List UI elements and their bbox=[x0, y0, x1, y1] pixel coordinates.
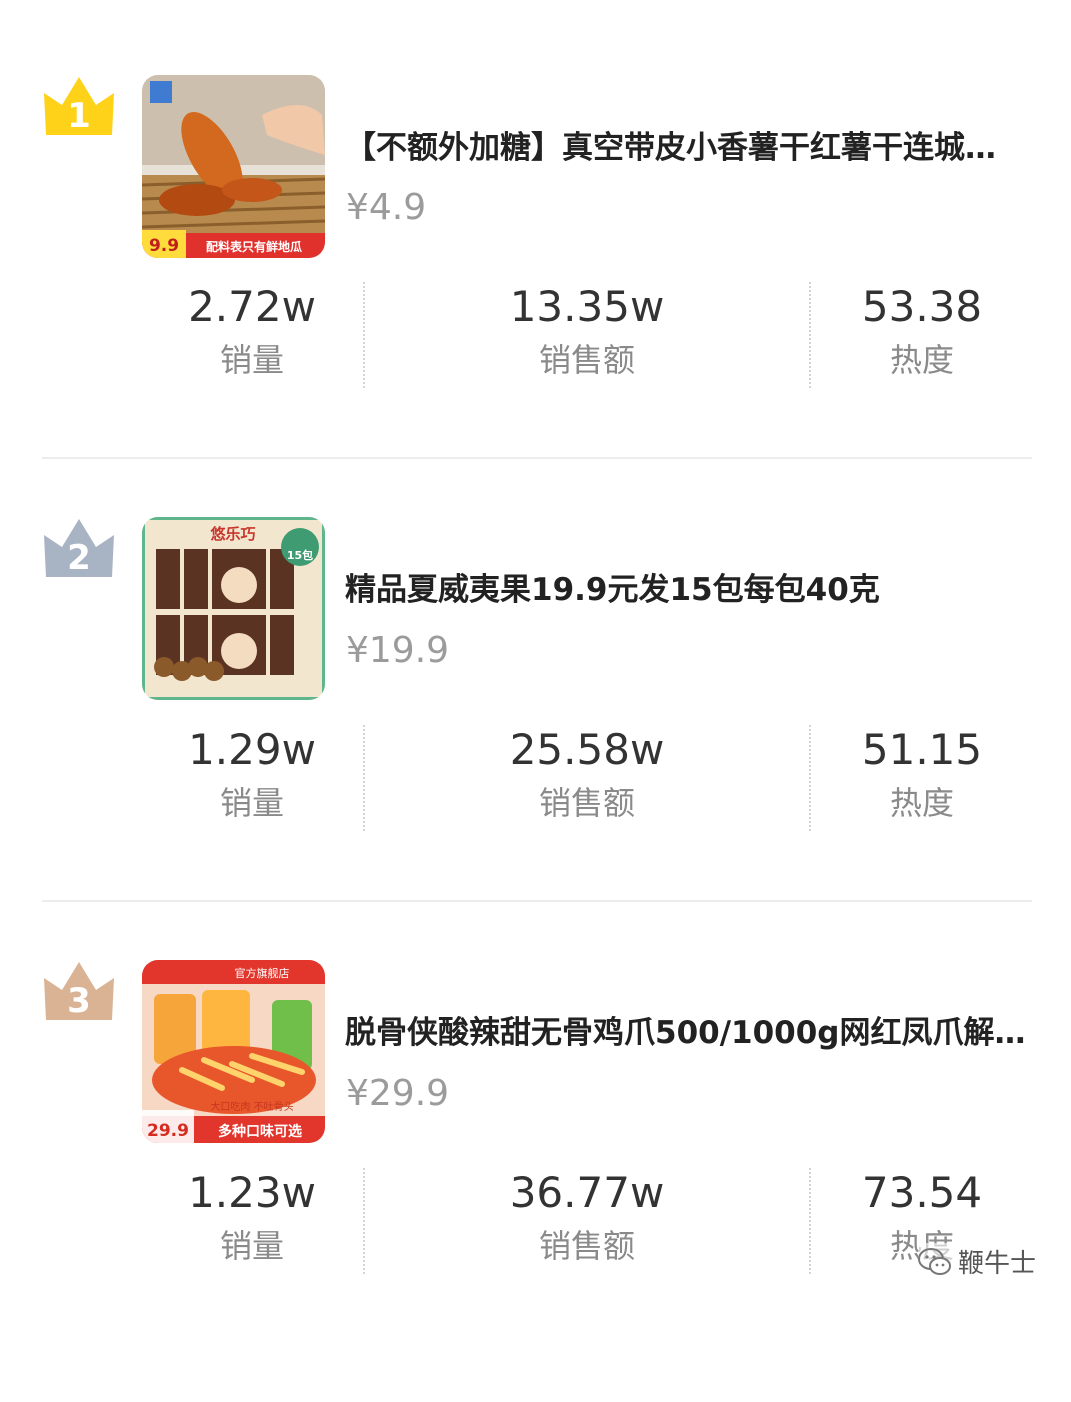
stat-sales: 2.72w 销量 bbox=[102, 282, 402, 388]
watermark: 鞭牛士 bbox=[918, 1243, 1037, 1280]
item-separator bbox=[42, 457, 1032, 459]
thumb-badge: 15包 bbox=[287, 548, 313, 562]
product-thumbnail[interactable]: 官方旗舰店 大口吃肉 不吐骨头 29.9 多种口味可选 bbox=[142, 960, 325, 1143]
revenue-value: 25.58w bbox=[509, 725, 665, 774]
heat-value: 53.38 bbox=[861, 282, 983, 331]
item-separator bbox=[42, 900, 1032, 902]
divider bbox=[363, 1168, 365, 1274]
revenue-value: 36.77w bbox=[509, 1168, 665, 1217]
sales-value: 2.72w bbox=[188, 282, 316, 331]
thumb-banner: 多种口味可选 bbox=[218, 1123, 302, 1140]
thumb-price-tag: 9.9 bbox=[149, 236, 179, 256]
product-thumbnail[interactable]: 9.9 配料表只有鲜地瓜 bbox=[142, 75, 325, 258]
rank-number: 2 bbox=[67, 538, 91, 578]
rank-number: 1 bbox=[67, 96, 91, 136]
thumb-price-tag: 29.9 bbox=[147, 1121, 189, 1141]
stat-sales: 1.23w 销量 bbox=[102, 1168, 402, 1274]
rank-crown-silver: 2 bbox=[42, 517, 116, 581]
revenue-label: 销售额 bbox=[538, 1227, 635, 1265]
wechat-icon bbox=[918, 1247, 951, 1275]
stats-row: 1.29w 销量 25.58w 销售额 51.15 热度 bbox=[0, 725, 1071, 833]
product-title[interactable]: 脱骨侠酸辣甜无骨鸡爪500/1000g网红凤爪解… bbox=[345, 1007, 1045, 1052]
stat-revenue: 36.77w 销售额 bbox=[437, 1168, 737, 1274]
thumb-brand: 悠乐巧 bbox=[209, 525, 255, 543]
heat-label: 热度 bbox=[889, 784, 954, 822]
stats-row: 2.72w 销量 13.35w 销售额 53.38 热度 bbox=[0, 282, 1071, 390]
divider bbox=[363, 725, 365, 831]
product-price: ¥4.9 bbox=[346, 187, 427, 228]
sales-label: 销量 bbox=[219, 1227, 284, 1265]
heat-value: 73.54 bbox=[861, 1168, 983, 1217]
product-title[interactable]: 精品夏威夷果19.9元发15包每包40克 bbox=[345, 564, 1045, 609]
sales-value: 1.29w bbox=[188, 725, 316, 774]
rank-crown-bronze: 3 bbox=[42, 960, 116, 1024]
product-price: ¥19.9 bbox=[346, 630, 450, 671]
product-thumbnail[interactable]: 悠乐巧 15包 bbox=[142, 517, 325, 700]
sales-value: 1.23w bbox=[188, 1168, 316, 1217]
stat-revenue: 13.35w 销售额 bbox=[437, 282, 737, 388]
stat-sales: 1.29w 销量 bbox=[102, 725, 402, 831]
thumb-store: 官方旗舰店 bbox=[235, 966, 290, 980]
product-item[interactable]: 3 官方旗舰店 大口吃肉 不吐骨头 29.9 多种口味可选 脱骨侠酸辣甜无骨鸡爪… bbox=[0, 960, 1071, 1402]
sales-label: 销量 bbox=[219, 784, 284, 822]
watermark-text: 鞭牛士 bbox=[958, 1249, 1037, 1279]
rank-number: 3 bbox=[67, 981, 91, 1021]
stat-heat: 51.15 热度 bbox=[772, 725, 1071, 831]
heat-label: 热度 bbox=[889, 341, 954, 379]
revenue-label: 销售额 bbox=[538, 341, 635, 379]
revenue-value: 13.35w bbox=[509, 282, 665, 331]
product-item[interactable]: 2 悠乐巧 15包 精品夏威夷果19.9元发15包每包40克 ¥19.9 1.2… bbox=[0, 517, 1071, 959]
product-price: ¥29.9 bbox=[346, 1073, 450, 1114]
sales-label: 销量 bbox=[219, 341, 284, 379]
thumb-sub: 大口吃肉 不吐骨头 bbox=[210, 1100, 293, 1113]
stat-revenue: 25.58w 销售额 bbox=[437, 725, 737, 831]
stat-heat: 53.38 热度 bbox=[772, 282, 1071, 388]
heat-value: 51.15 bbox=[861, 725, 983, 774]
stats-row: 1.23w 销量 36.77w 销售额 73.54 热度 bbox=[0, 1168, 1071, 1276]
rank-crown-gold: 1 bbox=[42, 75, 116, 139]
thumb-banner: 配料表只有鲜地瓜 bbox=[206, 239, 302, 254]
product-title[interactable]: 【不额外加糖】真空带皮小香薯干红薯干连城… bbox=[345, 122, 1045, 167]
revenue-label: 销售额 bbox=[538, 784, 635, 822]
divider bbox=[363, 282, 365, 388]
product-item[interactable]: 1 9.9 配料表只有鲜地瓜 【不额外加糖】真空带皮小香薯干红薯干连城… ¥4.… bbox=[0, 75, 1071, 517]
